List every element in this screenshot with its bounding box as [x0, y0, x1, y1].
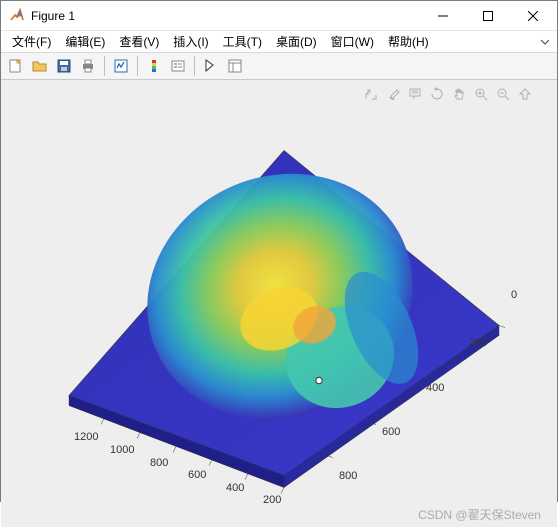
- maximize-button[interactable]: [465, 1, 510, 30]
- edit-plot-button[interactable]: [200, 55, 222, 77]
- x-tick-label: 600: [188, 469, 206, 481]
- x-tick-label: 800: [150, 457, 168, 469]
- menu-tools[interactable]: 工具(T): [216, 31, 269, 52]
- close-button[interactable]: [510, 1, 555, 30]
- watermark-prefix: CSDN @: [418, 508, 468, 522]
- surface-plane: [69, 132, 499, 488]
- menu-bar: 文件(F) 编辑(E) 查看(V) 插入(I) 工具(T) 桌面(D) 窗口(W…: [1, 31, 557, 53]
- print-button[interactable]: [77, 55, 99, 77]
- save-button[interactable]: [53, 55, 75, 77]
- watermark-author: 翟天保Steven: [468, 508, 541, 522]
- menu-window[interactable]: 窗口(W): [324, 31, 381, 52]
- menu-view[interactable]: 查看(V): [112, 31, 166, 52]
- menu-file[interactable]: 文件(F): [5, 31, 58, 52]
- x-tick-label: 1000: [110, 444, 134, 456]
- open-button[interactable]: [29, 55, 51, 77]
- window-title: Figure 1: [31, 9, 420, 23]
- link-plot-button[interactable]: [110, 55, 132, 77]
- new-figure-button[interactable]: [5, 55, 27, 77]
- menu-insert[interactable]: 插入(I): [166, 31, 215, 52]
- axes-3d[interactable]: 1200 1000 800 600 400 200 0 200 400 600 …: [19, 94, 539, 497]
- insert-legend-button[interactable]: [167, 55, 189, 77]
- toolbar-separator: [137, 56, 138, 76]
- menu-edit[interactable]: 编辑(E): [58, 31, 112, 52]
- watermark: CSDN @翟天保Steven: [418, 506, 541, 523]
- figure-area: 1200 1000 800 600 400 200 0 200 400 600 …: [1, 80, 557, 527]
- x-tick-label: 1200: [74, 431, 98, 443]
- toolbar-separator: [104, 56, 105, 76]
- menu-help[interactable]: 帮助(H): [381, 31, 436, 52]
- y-tick-label: 600: [382, 426, 400, 438]
- minimize-button[interactable]: [420, 1, 465, 30]
- x-tick-label: 200: [263, 494, 281, 506]
- menu-overflow-icon[interactable]: [537, 31, 553, 53]
- open-property-inspector-button[interactable]: [224, 55, 246, 77]
- matlab-logo-icon: [9, 8, 25, 24]
- menu-desktop[interactable]: 桌面(D): [269, 31, 324, 52]
- x-tick-label: 400: [226, 482, 244, 494]
- toolbar-separator: [194, 56, 195, 76]
- y-tick-label: 800: [339, 470, 357, 482]
- title-bar: Figure 1: [1, 1, 557, 31]
- y-tick-label: 400: [426, 382, 444, 394]
- insert-colorbar-button[interactable]: [143, 55, 165, 77]
- y-tick-label: 200: [469, 337, 487, 349]
- toolbar: [1, 53, 557, 80]
- y-tick-label: 0: [511, 289, 517, 301]
